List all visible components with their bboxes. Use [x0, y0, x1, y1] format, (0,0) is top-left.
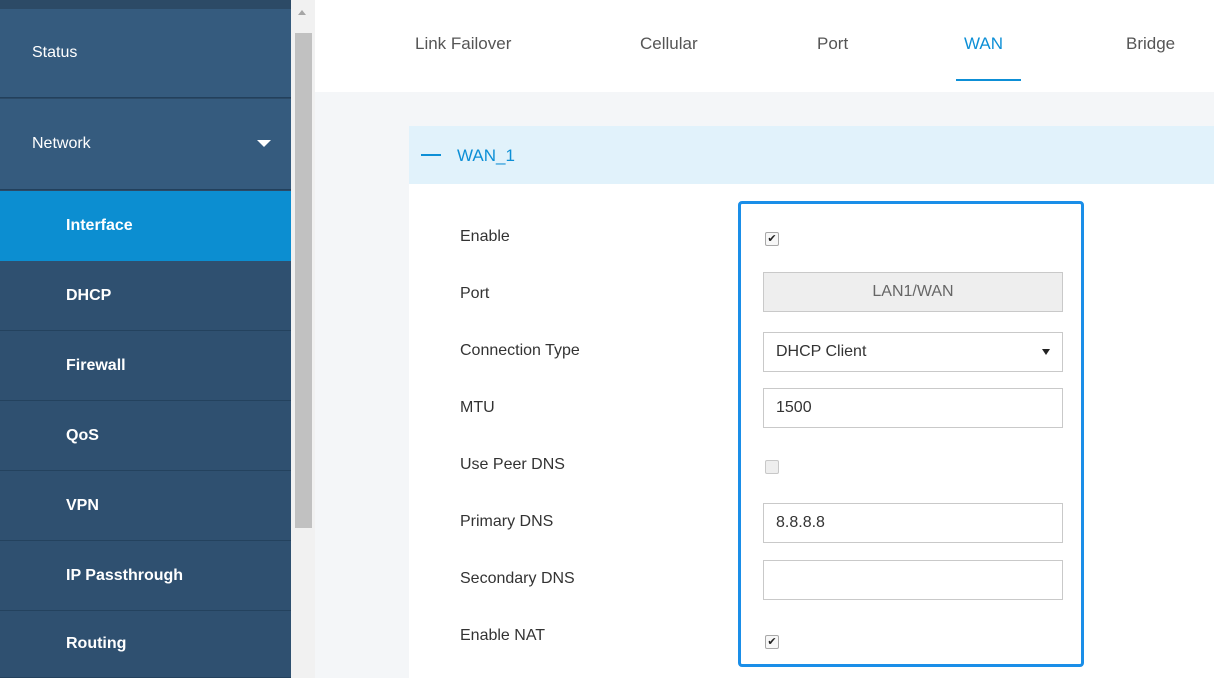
primary-dns-label: Primary DNS	[460, 513, 554, 530]
connection-type-select[interactable]: DHCP Client	[763, 332, 1063, 372]
connection-type-label: Connection Type	[460, 342, 580, 359]
mtu-input[interactable]: 1500	[763, 388, 1063, 428]
use-peer-dns-checkbox[interactable]	[765, 460, 779, 474]
port-field: LAN1/WAN	[763, 272, 1063, 312]
enable-nat-label: Enable NAT	[460, 627, 546, 644]
scroll-up-arrow-icon[interactable]	[298, 10, 306, 15]
dropdown-arrow-icon	[1042, 349, 1050, 355]
sidebar-item-label: Firewall	[66, 356, 126, 374]
secondary-dns-input[interactable]	[763, 560, 1063, 600]
tab-port[interactable]: Port	[817, 34, 848, 54]
sidebar-item-label: DHCP	[66, 286, 112, 304]
sidebar-item-interface[interactable]: Interface	[0, 191, 291, 261]
sidebar-item-qos[interactable]: QoS	[0, 401, 291, 471]
sidebar-item-label: IP Passthrough	[66, 566, 184, 584]
sidebar-item-label: Status	[32, 44, 78, 61]
wan-panel: WAN_1 Enable Port Connection Type MTU Us…	[409, 126, 1214, 678]
sidebar-item-label: QoS	[66, 426, 99, 444]
sidebar-item-network[interactable]: Network	[0, 99, 291, 190]
connection-type-value: DHCP Client	[776, 343, 867, 360]
sidebar-item-status[interactable]: Status	[0, 9, 291, 98]
primary-dns-input[interactable]: 8.8.8.8	[763, 503, 1063, 543]
enable-checkbox[interactable]: ✔	[765, 232, 779, 246]
sidebar: Status Network Interface DHCP Firewall Q…	[0, 0, 291, 678]
sidebar-item-ip-passthrough[interactable]: IP Passthrough	[0, 541, 291, 611]
sidebar-item-routing[interactable]: Routing	[0, 611, 291, 678]
tab-wan[interactable]: WAN	[964, 34, 1003, 54]
panel-title: WAN_1	[457, 146, 515, 165]
main-area: Link Failover Cellular Port WAN Bridge W…	[315, 0, 1214, 678]
secondary-dns-label: Secondary DNS	[460, 570, 575, 587]
sidebar-item-label: Routing	[66, 635, 127, 652]
enable-label: Enable	[460, 228, 510, 245]
panel-header-wan1[interactable]: WAN_1	[409, 126, 1214, 184]
caret-down-icon	[257, 140, 271, 147]
sidebar-item-label: VPN	[66, 496, 99, 514]
tab-bar: Link Failover Cellular Port WAN Bridge	[315, 0, 1214, 92]
use-peer-dns-label: Use Peer DNS	[460, 456, 565, 473]
sidebar-item-firewall[interactable]: Firewall	[0, 331, 291, 401]
tab-link-failover[interactable]: Link Failover	[415, 34, 511, 54]
sidebar-scrollbar-thumb[interactable]	[295, 33, 312, 528]
sidebar-item-dhcp[interactable]: DHCP	[0, 261, 291, 331]
minus-icon[interactable]	[421, 154, 441, 156]
sidebar-item-label: Network	[32, 135, 91, 152]
active-tab-indicator	[956, 79, 1021, 81]
port-label: Port	[460, 285, 490, 302]
mtu-label: MTU	[460, 399, 495, 416]
tab-cellular[interactable]: Cellular	[640, 34, 698, 54]
sidebar-item-vpn[interactable]: VPN	[0, 471, 291, 541]
enable-nat-checkbox[interactable]: ✔	[765, 635, 779, 649]
sidebar-item-label: Interface	[66, 216, 133, 234]
tab-bridge[interactable]: Bridge	[1126, 34, 1175, 54]
